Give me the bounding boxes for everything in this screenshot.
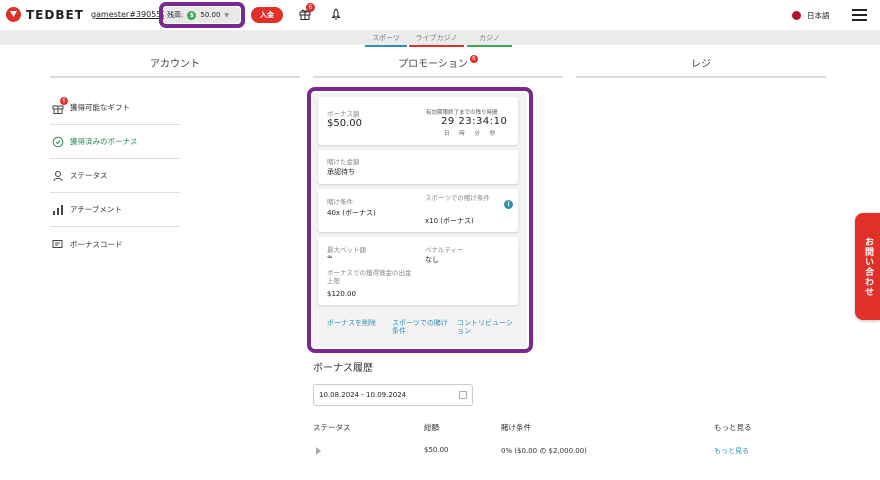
delete-bonus-link[interactable]: ボーナスを削除 [327, 319, 376, 327]
logo-text: TEDBET [26, 7, 84, 22]
bonus-amount-label: ボーナス額 [327, 110, 360, 118]
rocket-icon[interactable] [330, 8, 342, 21]
username-link[interactable]: gamester#390552 [91, 10, 166, 19]
wagered-value: 承認待ち [327, 168, 355, 176]
penalty-value: なし [425, 256, 439, 264]
tab-register[interactable]: レジ [576, 55, 826, 78]
contact-us-label: お問い合わせ [863, 236, 873, 297]
contribution-link[interactable]: コントリビューション [457, 319, 515, 335]
logo-icon [6, 7, 21, 22]
gift-badge: 6 [306, 3, 315, 12]
bonus-amount-section: ボーナス額 $50.00 有効期限終了までの残り時間 29 23:34:10 日… [318, 97, 518, 145]
wagered-section: 賭けた金額 承認待ち [318, 150, 518, 184]
wager-requirements-section: 賭け条件 40x (ボーナス) スポーツでの賭け条件 x10 (ボーナス) i [318, 189, 518, 232]
row-more-link[interactable]: もっと見る [714, 446, 749, 456]
status-icon [52, 170, 64, 182]
bonus-history-title: ボーナス履歴 [313, 363, 373, 374]
sidebar-item-label: 獲得済みのボーナス [70, 137, 138, 146]
column-status: ステータス [313, 423, 351, 432]
calendar-icon[interactable] [459, 391, 467, 399]
sports-wager-value: x10 (ボーナス) [425, 217, 474, 225]
balance-value: 50.00 [200, 11, 221, 19]
sidebar-item-gifts[interactable]: 6 獲得可能なギフト [50, 91, 180, 125]
sidebar-item-label: アチーブメント [70, 205, 122, 214]
sidebar-item-label: ステータス [70, 171, 108, 180]
language-selector[interactable]: 日本語 [792, 10, 830, 21]
expiry-units: 日 時 分 秒 [444, 131, 500, 137]
bonus-code-icon [52, 238, 64, 250]
tab-sports[interactable]: スポーツ [365, 33, 407, 47]
gift-icon: 6 [52, 96, 68, 114]
tab-promotion-label: プロモーション [398, 59, 468, 70]
sidebar-item-status[interactable]: ステータス [50, 159, 180, 193]
tab-casino[interactable]: カジノ [467, 33, 512, 47]
max-bet-label: 最大ベット額 [327, 246, 366, 254]
max-bet-value: ∞ [327, 253, 333, 261]
sidebar-item-bonus-code[interactable]: ボーナスコード [50, 227, 180, 261]
caret-down-icon: ▼ [224, 11, 230, 19]
wager-req-label: 賭け条件 [327, 198, 353, 206]
wager-req-value: 40x (ボーナス) [327, 209, 376, 217]
gifts-badge: 6 [60, 96, 68, 105]
withdraw-cap-value: $120.00 [327, 290, 356, 298]
sports-terms-link[interactable]: スポーツでの賭け条件 [392, 319, 450, 335]
wagered-label: 賭けた金額 [327, 158, 360, 166]
sidebar-item-achievements[interactable]: アチーブメント [50, 193, 180, 227]
bonus-amount-value: $50.00 [327, 118, 362, 129]
menu-icon[interactable] [852, 9, 867, 21]
expiry-timer: 29 23:34:10 [441, 116, 508, 127]
tab-account-label: アカウント [150, 59, 200, 70]
tab-live-casino[interactable]: ライブカジノ [409, 33, 464, 47]
deposit-button[interactable]: 入金 [251, 7, 283, 23]
date-range-value: 10.08.2024 - 10.09.2024 [319, 391, 407, 399]
limits-section: 最大ベット額 ∞ ペナルティー なし ボーナスでの獲得賞金の出金上限 $120.… [318, 237, 518, 305]
promotion-badge: 6 [469, 55, 478, 63]
tab-register-label: レジ [691, 59, 711, 70]
info-icon[interactable]: i [504, 200, 513, 209]
column-more: もっと見る [714, 423, 752, 432]
date-range-input[interactable]: 10.08.2024 - 10.09.2024 [313, 384, 473, 406]
dollar-coin-icon: $ [187, 10, 197, 20]
balance-label: 残高: [167, 11, 184, 19]
tab-promotion[interactable]: プロモーション 6 [313, 55, 563, 78]
row-wager: 0% ($0.00 の $2,000.00) [501, 447, 587, 455]
column-total: 総額 [424, 423, 439, 432]
column-wager: 賭け条件 [501, 423, 531, 432]
sidebar-item-bonuses[interactable]: 獲得済みのボーナス [50, 125, 180, 159]
language-label: 日本語 [807, 11, 830, 20]
withdraw-cap-label: ボーナスでの獲得賞金の出金上限 [327, 269, 412, 285]
balance-dropdown[interactable]: 残高: $ 50.00 ▼ [164, 7, 240, 23]
bonus-icon [52, 136, 64, 148]
sidebar-item-label: ボーナスコード [70, 239, 123, 249]
tab-account[interactable]: アカウント [50, 55, 300, 78]
achievement-icon [52, 204, 64, 216]
sports-wager-label: スポーツでの賭け条件 [425, 194, 490, 202]
expiry-label: 有効期限終了までの残り時間 [426, 110, 498, 116]
japan-flag-icon [792, 11, 801, 20]
sidebar-item-label: 獲得可能なギフト [70, 103, 130, 112]
row-amount: $50.00 [424, 446, 449, 454]
penalty-label: ペナルティー [425, 246, 464, 254]
expand-row-icon[interactable] [316, 447, 321, 455]
logo[interactable]: TEDBET [6, 7, 84, 22]
contact-us-tab[interactable]: お問い合わせ [855, 213, 880, 320]
